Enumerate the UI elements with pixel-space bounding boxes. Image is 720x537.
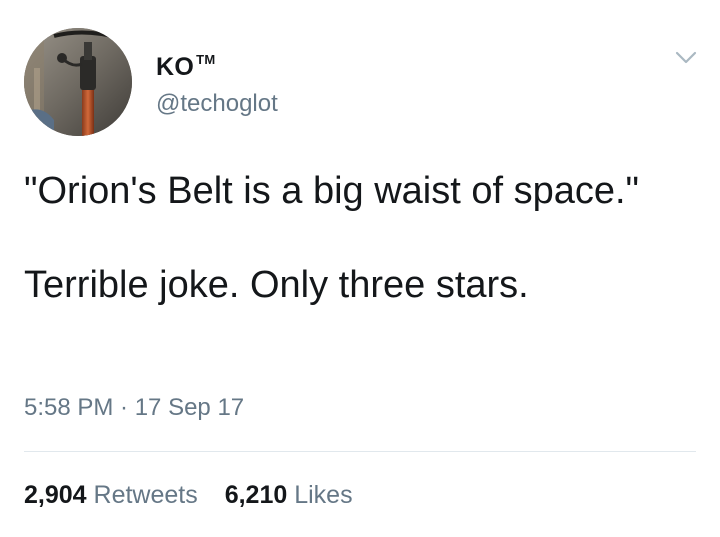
tweet-text: "Orion's Belt is a big waist of space." … <box>24 168 684 309</box>
tweet-menu-button[interactable] <box>674 50 698 66</box>
tweet: KO TM @techoglot "Orion's Belt is a big w… <box>0 0 720 537</box>
retweets-stat[interactable]: 2,904 Retweets <box>24 481 198 510</box>
retweets-count: 2,904 <box>24 481 87 509</box>
divider <box>24 451 696 452</box>
timestamp[interactable]: 5:58 PM · 17 Sep 17 <box>24 394 244 422</box>
likes-stat[interactable]: 6,210 Likes <box>225 481 353 510</box>
tweet-text-comment: Terrible joke. Only three stars. <box>24 264 529 306</box>
tweet-stats: 2,904 Retweets 6,210 Likes <box>24 481 373 510</box>
retweets-label: Retweets <box>93 481 198 509</box>
display-name-text: KO <box>156 53 195 81</box>
user-handle[interactable]: @techoglot <box>156 90 278 118</box>
avatar[interactable] <box>24 28 132 136</box>
display-name[interactable]: KO TM <box>156 52 215 82</box>
likes-count: 6,210 <box>224 481 288 509</box>
avatar-image <box>24 28 132 136</box>
trademark-symbol: TM <box>196 52 216 67</box>
likes-label: Likes <box>294 481 353 509</box>
chevron-down-icon <box>675 51 697 64</box>
tweet-text-quote: "Orion's Belt is a big waist of space." <box>24 170 640 212</box>
